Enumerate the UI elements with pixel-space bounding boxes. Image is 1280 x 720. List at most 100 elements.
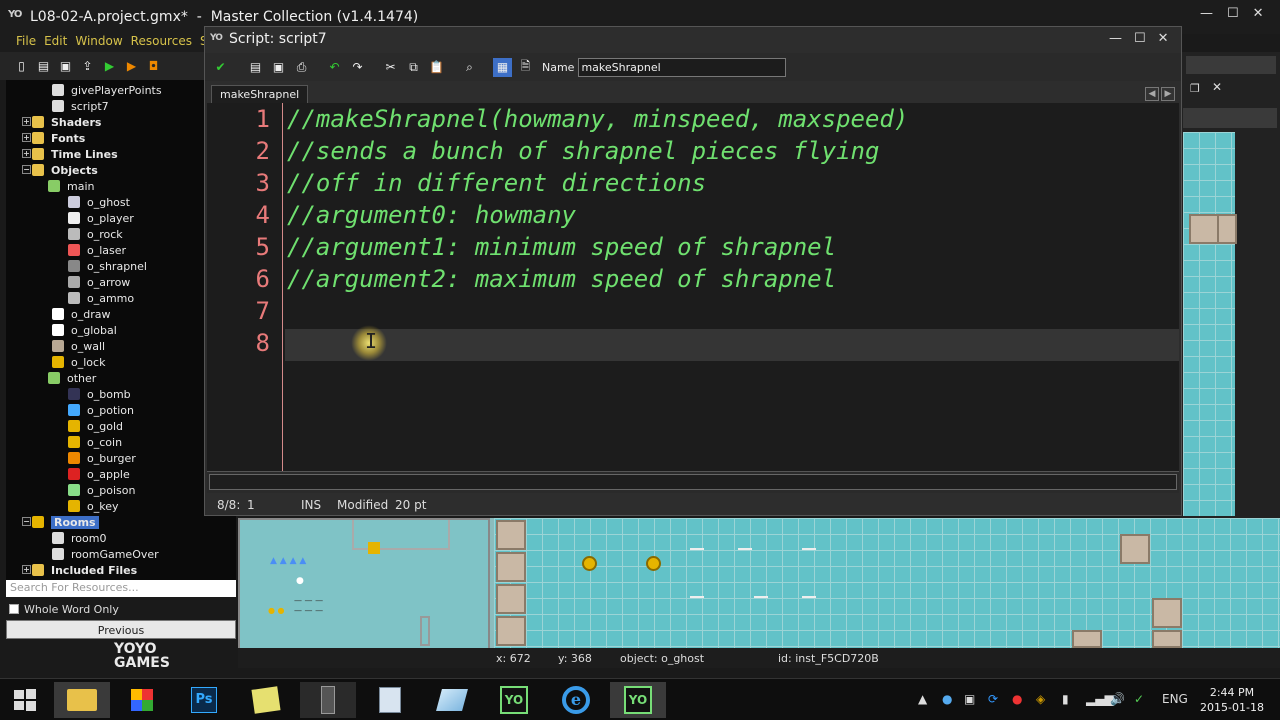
internet-explorer-icon[interactable]: e <box>548 682 604 718</box>
tree-item[interactable]: o_laser <box>68 242 126 258</box>
save-icon[interactable]: ▣ <box>269 58 288 77</box>
tray-shield-icon[interactable]: ◈ <box>1036 692 1045 706</box>
tree-item[interactable]: o_coin <box>68 434 122 450</box>
tree-item[interactable]: o_gold <box>68 418 123 434</box>
expand-icon[interactable]: + <box>22 149 31 158</box>
minimize-icon[interactable]: — <box>1200 6 1213 21</box>
room-grid[interactable] <box>494 518 1280 648</box>
close-icon[interactable]: ✕ <box>1253 6 1264 21</box>
debug-icon[interactable]: ▶ <box>122 57 141 76</box>
undo-icon[interactable]: ↶ <box>325 58 344 77</box>
tree-item[interactable]: roomGameOver <box>52 546 159 562</box>
search-input[interactable]: Search For Resources... <box>6 580 236 597</box>
open-icon[interactable]: ▤ <box>246 58 265 77</box>
clock[interactable]: 2:44 PM 2015-01-18 <box>1200 685 1264 715</box>
script-name-input[interactable]: makeShrapnel <box>578 57 787 77</box>
room-grid-preview[interactable] <box>1183 132 1237 516</box>
minimize-icon[interactable]: — <box>1109 31 1122 46</box>
whole-word-option[interactable]: Whole Word Only <box>6 600 236 618</box>
start-button[interactable] <box>0 682 50 718</box>
tray-up-icon[interactable]: ▲ <box>918 692 927 706</box>
tree-item[interactable]: o_burger <box>68 450 136 466</box>
tree-item[interactable]: o_potion <box>68 402 134 418</box>
tray-volume-icon[interactable]: 🔊 <box>1110 692 1125 706</box>
run-icon[interactable]: ▶ <box>100 57 119 76</box>
tree-item[interactable]: o_rock <box>68 226 123 242</box>
gamemaker-active-icon[interactable]: YO <box>610 682 666 718</box>
tray-usb-icon[interactable]: ✓ <box>1134 692 1144 706</box>
menu-resources[interactable]: Resources <box>131 34 192 52</box>
tree-item[interactable]: − Objects <box>22 162 98 178</box>
collapse-icon[interactable]: − <box>22 517 31 526</box>
tray-sync-icon[interactable]: ⟳ <box>988 692 998 706</box>
export-icon[interactable]: ⇪ <box>78 57 97 76</box>
horizontal-scrollbar[interactable] <box>207 471 1179 493</box>
room-restore-icon[interactable]: ❐ <box>1190 82 1200 95</box>
tree-item[interactable]: script7 <box>52 98 109 114</box>
tree-item[interactable]: + Shaders <box>22 114 101 130</box>
language-indicator[interactable]: ENG <box>1162 692 1188 706</box>
cut-icon[interactable]: ✂ <box>381 58 400 77</box>
tree-item[interactable]: o_global <box>52 322 117 338</box>
collapse-icon[interactable]: − <box>22 165 31 174</box>
tree-item[interactable]: o_arrow <box>68 274 130 290</box>
document-icon[interactable]: 🗎 <box>516 58 535 77</box>
stop-icon[interactable]: ◘ <box>144 57 163 76</box>
tree-item[interactable]: + Fonts <box>22 130 85 146</box>
tab-makeshrapnel[interactable]: makeShrapnel <box>211 85 309 103</box>
tree-item[interactable]: main <box>48 178 94 194</box>
expand-icon[interactable]: + <box>22 133 31 142</box>
tree-item[interactable]: o_draw <box>52 306 110 322</box>
tree-item[interactable]: o_wall <box>52 338 105 354</box>
sticky-notes-icon[interactable] <box>238 682 294 718</box>
maximize-icon[interactable]: ☐ <box>1134 31 1146 46</box>
menu-window[interactable]: Window <box>75 34 122 52</box>
menu-file[interactable]: File <box>16 34 36 52</box>
tree-item[interactable]: o_shrapnel <box>68 258 147 274</box>
code-editor[interactable]: 1 2 3 4 5 6 7 8 //makeShrapnel(howmany, … <box>207 103 1179 471</box>
room-editor-canvas[interactable]: ▲ ▲ ▲ ▲ ● ● ● — — — — — — <box>238 518 1280 668</box>
tray-app-icon[interactable]: ▣ <box>964 692 975 706</box>
tab-right-icon[interactable]: ▶ <box>1161 87 1175 101</box>
tree-item[interactable]: room0 <box>52 530 106 546</box>
tree-item[interactable]: o_player <box>68 210 134 226</box>
tree-item[interactable]: o_bomb <box>68 386 131 402</box>
room-close-icon[interactable]: ✕ <box>1212 80 1222 94</box>
apps-icon[interactable] <box>114 682 170 718</box>
copy-icon[interactable]: ⧉ <box>404 58 423 77</box>
tab-left-icon[interactable]: ◀ <box>1145 87 1159 101</box>
checkmark-icon[interactable]: ✔ <box>211 58 230 77</box>
code-line[interactable]: //makeShrapnel(howmany, minspeed, maxspe… <box>287 105 908 133</box>
new-icon[interactable]: ▯ <box>12 57 31 76</box>
tree-item[interactable]: o_lock <box>52 354 105 370</box>
expand-icon[interactable]: + <box>22 565 31 574</box>
calculator-icon[interactable] <box>362 682 418 718</box>
glass-icon[interactable] <box>424 682 480 718</box>
scrollbar-track[interactable] <box>209 474 1177 490</box>
print-icon[interactable]: ⎙ <box>292 58 311 77</box>
expand-icon[interactable]: + <box>22 117 31 126</box>
tree-item[interactable]: + Included Files <box>22 562 137 578</box>
photoshop-icon[interactable]: Ps <box>176 682 232 718</box>
code-line[interactable]: //argument1: minimum speed of shrapnel <box>287 233 836 261</box>
tree-item[interactable]: o_ghost <box>68 194 130 210</box>
redo-icon[interactable]: ↷ <box>348 58 367 77</box>
room-name-field[interactable] <box>1186 56 1276 74</box>
gamemaker-icon[interactable]: YO <box>486 682 542 718</box>
tree-item[interactable]: + Time Lines <box>22 146 118 162</box>
code-line[interactable]: //off in different directions <box>287 169 706 197</box>
grid-icon[interactable]: ▦ <box>493 57 512 77</box>
tree-item[interactable]: other <box>48 370 96 386</box>
search-icon[interactable]: ⌕ <box>460 58 479 77</box>
previous-button[interactable]: Previous <box>6 620 236 639</box>
menu-edit[interactable]: Edit <box>44 34 67 52</box>
media-center-icon[interactable] <box>300 682 356 718</box>
tree-item[interactable]: o_apple <box>68 466 130 482</box>
tree-item[interactable]: o_ammo <box>68 290 134 306</box>
whole-word-checkbox[interactable] <box>9 604 19 614</box>
code-line[interactable]: //argument2: maximum speed of shrapnel <box>287 265 836 293</box>
script-titlebar[interactable]: YO Script: script7 — ☐ ✕ <box>205 27 1181 51</box>
close-icon[interactable]: ✕ <box>1158 31 1169 46</box>
tree-item[interactable]: o_key <box>68 498 119 514</box>
file-explorer-icon[interactable] <box>54 682 110 718</box>
